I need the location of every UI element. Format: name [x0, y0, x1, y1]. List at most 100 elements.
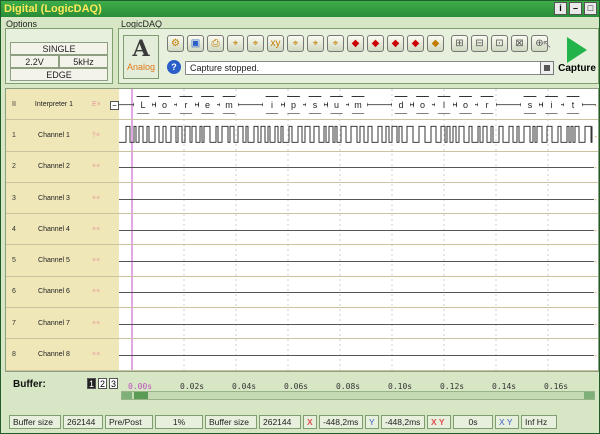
time-tick-label: 0.14s	[492, 382, 517, 391]
row-end-marker: -	[594, 288, 597, 298]
window-title: Digital (LogicDAQ)	[4, 3, 102, 15]
channel-flags[interactable]: E×	[92, 101, 101, 108]
zoom-all-icon[interactable]: ⊠	[511, 35, 528, 52]
channel-row[interactable]: 5 Channel 5 ×× -	[6, 246, 598, 277]
channel-row[interactable]: 6 Channel 6 ×× -	[6, 277, 598, 309]
capture-label: Capture	[558, 63, 596, 74]
decoded-byte[interactable]: p	[284, 96, 304, 114]
decoded-byte[interactable]: r	[176, 96, 196, 114]
channel-name[interactable]: Channel 3	[22, 195, 86, 202]
channel-flags[interactable]: ××	[92, 320, 100, 327]
buffer-page-2[interactable]: 2	[98, 378, 107, 389]
rate-select[interactable]: 5kHz	[59, 55, 108, 68]
channel-name[interactable]: Interpreter 1	[22, 101, 86, 108]
channel-number: 2	[12, 163, 16, 171]
channel-flags[interactable]: †×	[92, 132, 100, 139]
channel-flags[interactable]: ××	[92, 257, 100, 264]
scroll-right-icon[interactable]	[584, 392, 594, 399]
buffer-page-3[interactable]: 3	[109, 378, 118, 389]
cursor-1-icon[interactable]: ⌖	[227, 35, 244, 52]
decoded-byte[interactable]: m	[348, 96, 368, 114]
flag-4-icon[interactable]: ◆	[407, 35, 424, 52]
sb-y-label: Y	[365, 415, 379, 429]
voltage-select[interactable]: 2.2V	[10, 55, 59, 68]
collapse-icon[interactable]: −	[110, 100, 119, 110]
cursor-2-icon[interactable]: ⌖	[247, 35, 264, 52]
marker-3-icon[interactable]: ⌖	[327, 35, 344, 52]
channel-row[interactable]: 4 Channel 4 ×× -	[6, 214, 598, 246]
decoded-byte[interactable]: r	[477, 96, 497, 114]
channel-name[interactable]: Channel 4	[22, 226, 86, 233]
analog-button[interactable]: A Analog	[123, 35, 159, 79]
waveform-area[interactable]: II Interpreter 1 E× - 1 Channel 1 †× - 2 Channel …	[5, 88, 599, 372]
marker-1-icon[interactable]: ⌖	[287, 35, 304, 52]
row-end-marker: -	[594, 225, 597, 235]
zoom-out-icon[interactable]: ⊟	[471, 35, 488, 52]
sb-x-value: -448,2ms	[319, 415, 363, 429]
channel-flags[interactable]: ××	[92, 288, 100, 295]
decoded-byte[interactable]: i	[542, 96, 562, 114]
sb-xy-value: 0s	[453, 415, 493, 429]
channel-name[interactable]: Channel 1	[22, 132, 86, 139]
marker-2-icon[interactable]: ⌖	[307, 35, 324, 52]
minimize-button[interactable]: –	[569, 2, 582, 15]
xy-icon[interactable]: xy	[267, 35, 284, 52]
decoded-byte[interactable]: u	[327, 96, 347, 114]
save-icon[interactable]: ▣	[187, 35, 204, 52]
flag-1-icon[interactable]: ◆	[347, 35, 364, 52]
decoded-byte[interactable]: t	[563, 96, 583, 114]
trigger-select[interactable]: EDGE	[10, 68, 108, 81]
channel-flags[interactable]: ××	[92, 351, 100, 358]
decoded-byte[interactable]: e	[198, 96, 218, 114]
decoded-byte[interactable]: o	[413, 96, 433, 114]
channel-row[interactable]: 7 Channel 7 ×× -	[6, 308, 598, 340]
sb-xy-label: X Y	[427, 415, 451, 429]
horizontal-scrollbar[interactable]	[121, 391, 595, 400]
channel-flags[interactable]: ××	[92, 195, 100, 202]
zoom-fit-icon[interactable]: ⊡	[491, 35, 508, 52]
channel-name[interactable]: Channel 6	[22, 288, 86, 295]
sb-buffer-size-value: 262144	[63, 415, 103, 429]
channel-row[interactable]: 2 Channel 2 ×× -	[6, 152, 598, 183]
flag-3-icon[interactable]: ◆	[387, 35, 404, 52]
decoded-byte[interactable]: m	[219, 96, 239, 114]
stop-button[interactable]	[540, 61, 554, 75]
sb-buffer-size-label: Buffer size	[9, 415, 61, 429]
sb-buffer-size2-value: 262144	[259, 415, 301, 429]
pointer-icon[interactable]: ↖	[540, 37, 554, 53]
decoded-byte[interactable]: o	[155, 96, 175, 114]
channel-row[interactable]: 1 Channel 1 †× -	[6, 120, 598, 152]
decoded-byte[interactable]: d	[391, 96, 411, 114]
sb-prepost-value: 1%	[155, 415, 203, 429]
settings-icon[interactable]: ⚙	[167, 35, 184, 52]
decoded-byte[interactable]: l	[434, 96, 454, 114]
mode-select[interactable]: SINGLE	[10, 42, 108, 55]
decoded-byte[interactable]: s	[305, 96, 325, 114]
channel-row[interactable]: 8 Channel 8 ×× -	[6, 339, 598, 371]
info-icon[interactable]: i	[554, 2, 567, 15]
channel-trace	[119, 229, 594, 231]
zoom-in-icon[interactable]: ⊞	[451, 35, 468, 52]
maximize-button[interactable]: □	[584, 2, 597, 15]
channel-name[interactable]: Channel 5	[22, 257, 86, 264]
channel-flags[interactable]: ××	[92, 226, 100, 233]
decoded-byte[interactable]: L	[133, 96, 153, 114]
scroll-left-icon[interactable]	[122, 392, 132, 399]
status-bar: Buffer size 262144 Pre/Post 1% Buffer si…	[9, 415, 595, 429]
decoded-byte[interactable]: o	[456, 96, 476, 114]
scroll-thumb[interactable]	[134, 392, 148, 399]
print-icon[interactable]: ⎙	[207, 35, 224, 52]
sb-x-label: X	[303, 415, 317, 429]
channel-name[interactable]: Channel 7	[22, 320, 86, 327]
channel-name[interactable]: Channel 2	[22, 163, 86, 170]
decoded-byte[interactable]: s	[520, 96, 540, 114]
decoded-byte[interactable]: i	[262, 96, 282, 114]
capture-button[interactable]: Capture	[558, 35, 596, 79]
flag-5-icon[interactable]: ◆	[427, 35, 444, 52]
channel-flags[interactable]: ××	[92, 163, 100, 170]
channel-row[interactable]: 3 Channel 3 ×× -	[6, 183, 598, 215]
channel-name[interactable]: Channel 8	[22, 351, 86, 358]
row-end-marker: -	[594, 100, 597, 110]
buffer-page-1[interactable]: 1	[87, 378, 96, 389]
flag-2-icon[interactable]: ◆	[367, 35, 384, 52]
